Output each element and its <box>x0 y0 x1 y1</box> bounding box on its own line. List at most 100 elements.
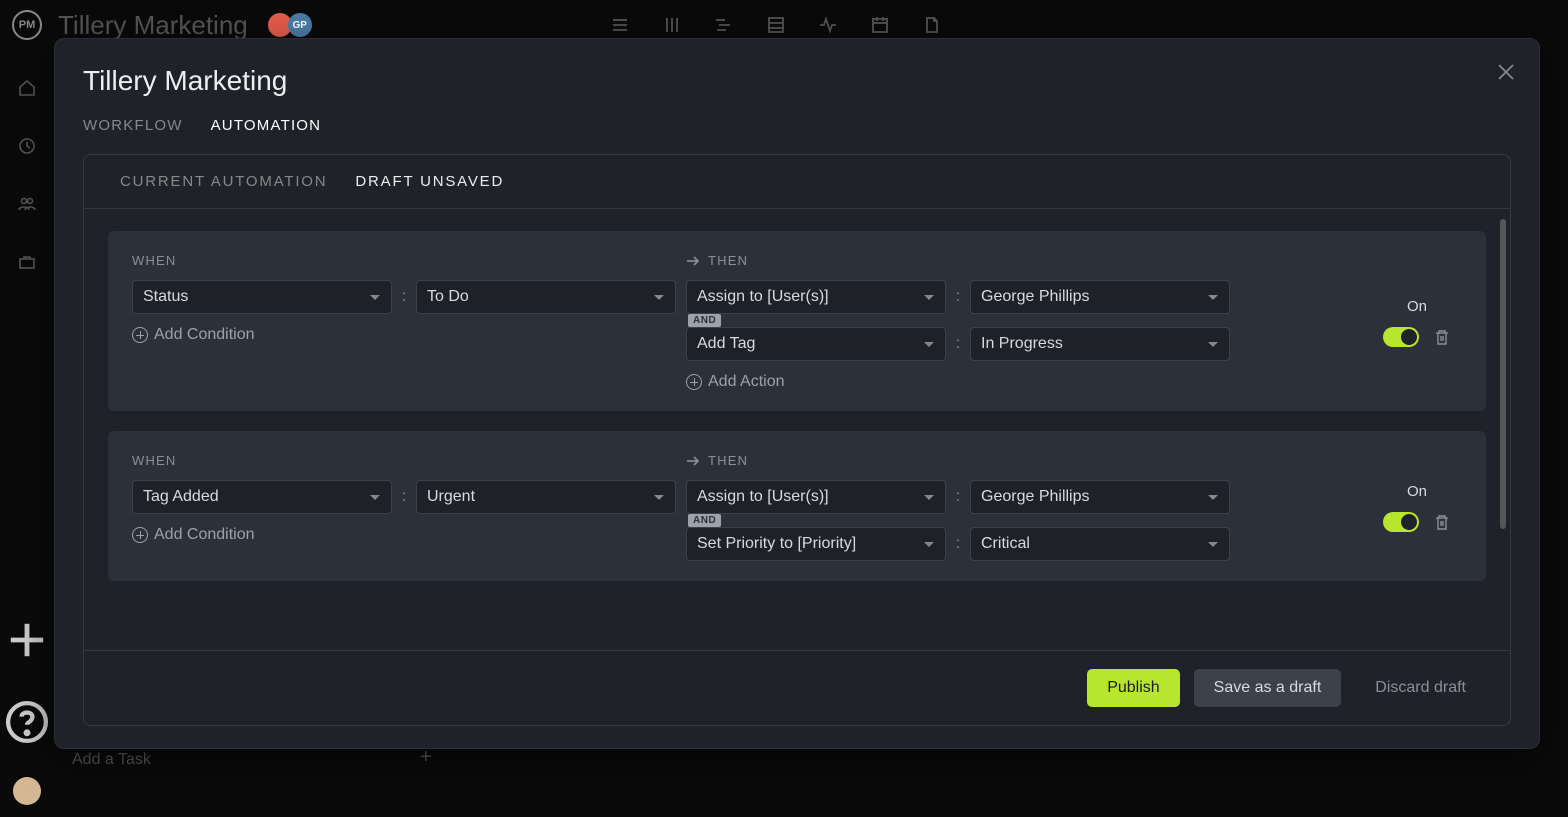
recent-icon[interactable] <box>17 136 37 156</box>
add-action-button[interactable]: Add Action <box>686 373 1372 391</box>
add-condition-button[interactable]: Add Condition <box>132 326 676 344</box>
left-nav-rail <box>0 50 54 272</box>
colon-separator: : <box>401 488 407 506</box>
chevron-down-icon <box>1207 491 1219 503</box>
toggle-label: On <box>1407 298 1427 315</box>
modal-header: Tillery Marketing <box>55 65 1539 97</box>
close-button[interactable] <box>1495 61 1517 83</box>
then-value-select[interactable]: In Progress <box>970 327 1230 361</box>
chevron-down-icon <box>923 291 935 303</box>
chevron-down-icon <box>1207 338 1219 350</box>
modal-title: Tillery Marketing <box>83 65 1511 97</box>
project-title-background: Tillery Marketing <box>58 10 248 41</box>
then-label: THEN <box>686 253 1372 268</box>
rule-controls: On <box>1372 253 1462 391</box>
select-value: Status <box>143 288 188 306</box>
and-badge: AND <box>688 514 721 527</box>
select-value: To Do <box>427 288 469 306</box>
then-action-select[interactable]: Set Priority to [Priority] <box>686 527 946 561</box>
save-draft-button[interactable]: Save as a draft <box>1194 669 1342 707</box>
add-action-label: Add Action <box>708 373 785 391</box>
when-field-select[interactable]: Tag Added <box>132 480 392 514</box>
colon-separator: : <box>955 488 961 506</box>
chevron-down-icon <box>923 491 935 503</box>
tab-workflow[interactable]: WORKFLOW <box>83 117 183 134</box>
board-view-icon[interactable] <box>662 15 682 35</box>
and-badge: AND <box>688 314 721 327</box>
rule-then-column: THEN Assign to [User(s)] : George Philli… <box>686 253 1372 391</box>
select-value: Tag Added <box>143 488 219 506</box>
chevron-down-icon <box>653 291 665 303</box>
rule-controls: On <box>1372 453 1462 561</box>
select-value: George Phillips <box>981 288 1090 306</box>
then-value-select[interactable]: Critical <box>970 527 1230 561</box>
colon-separator: : <box>955 335 961 353</box>
team-icon[interactable] <box>17 194 37 214</box>
select-value: Urgent <box>427 488 475 506</box>
plus-icon[interactable] <box>0 613 54 667</box>
chevron-down-icon <box>1207 538 1219 550</box>
tab-automation[interactable]: AUTOMATION <box>211 117 322 134</box>
avatar-group: GP <box>272 13 312 37</box>
select-value: Assign to [User(s)] <box>697 488 829 506</box>
colon-separator: : <box>955 288 961 306</box>
scrollbar[interactable] <box>1500 219 1506 529</box>
plus-circle-icon <box>132 527 148 543</box>
table-view-icon[interactable] <box>766 15 786 35</box>
rule-then-column: THEN Assign to [User(s)] : George Philli… <box>686 453 1372 561</box>
select-value: Critical <box>981 535 1030 553</box>
subtabs-bar: CURRENT AUTOMATION DRAFT UNSAVED <box>83 154 1511 209</box>
user-avatar[interactable] <box>13 777 41 805</box>
colon-separator: : <box>955 535 961 553</box>
arrow-right-icon <box>686 454 700 468</box>
add-condition-label: Add Condition <box>154 326 255 344</box>
gantt-view-icon[interactable] <box>714 15 734 35</box>
publish-button[interactable]: Publish <box>1087 669 1179 707</box>
trash-icon[interactable] <box>1433 513 1451 531</box>
automation-rule: WHEN Tag Added : Urgent Add Condition <box>108 431 1486 581</box>
rule-when-column: WHEN Status : To Do Add Condition <box>132 253 686 391</box>
rule-when-column: WHEN Tag Added : Urgent Add Condition <box>132 453 686 561</box>
automation-rule: WHEN Status : To Do Add Condition <box>108 231 1486 411</box>
then-action-select[interactable]: Assign to [User(s)] <box>686 280 946 314</box>
calendar-icon[interactable] <box>870 15 890 35</box>
chevron-down-icon <box>1207 291 1219 303</box>
rules-area: WHEN Status : To Do Add Condition <box>83 209 1511 650</box>
then-value-select[interactable]: George Phillips <box>970 480 1230 514</box>
subtab-draft-unsaved[interactable]: DRAFT UNSAVED <box>355 173 504 190</box>
left-rail-bottom <box>0 613 54 805</box>
help-icon[interactable] <box>0 695 54 749</box>
file-icon[interactable] <box>922 15 942 35</box>
when-value-select[interactable]: Urgent <box>416 480 676 514</box>
subtab-current-automation[interactable]: CURRENT AUTOMATION <box>120 173 327 190</box>
when-value-select[interactable]: To Do <box>416 280 676 314</box>
modal-tabs: WORKFLOW AUTOMATION <box>55 117 1539 134</box>
rule-enabled-toggle[interactable] <box>1383 512 1419 532</box>
when-field-select[interactable]: Status <box>132 280 392 314</box>
select-value: Set Priority to [Priority] <box>697 535 856 553</box>
add-task-plus-icon: + <box>420 746 432 769</box>
add-condition-button[interactable]: Add Condition <box>132 526 676 544</box>
select-value: In Progress <box>981 335 1063 353</box>
automation-modal: Tillery Marketing WORKFLOW AUTOMATION CU… <box>54 38 1540 749</box>
avatar[interactable]: GP <box>288 13 312 37</box>
chevron-down-icon <box>369 291 381 303</box>
when-label: WHEN <box>132 453 676 468</box>
chevron-down-icon <box>369 491 381 503</box>
chevron-down-icon <box>923 538 935 550</box>
app-logo[interactable]: PM <box>12 10 42 40</box>
rule-enabled-toggle[interactable] <box>1383 327 1419 347</box>
when-label: WHEN <box>132 253 676 268</box>
briefcase-icon[interactable] <box>17 252 37 272</box>
then-action-select[interactable]: Add Tag <box>686 327 946 361</box>
activity-icon[interactable] <box>818 15 838 35</box>
colon-separator: : <box>401 288 407 306</box>
toggle-label: On <box>1407 483 1427 500</box>
then-action-select[interactable]: Assign to [User(s)] <box>686 480 946 514</box>
trash-icon[interactable] <box>1433 328 1451 346</box>
list-view-icon[interactable] <box>610 15 630 35</box>
arrow-right-icon <box>686 254 700 268</box>
home-icon[interactable] <box>17 78 37 98</box>
discard-draft-button[interactable]: Discard draft <box>1355 669 1486 707</box>
then-value-select[interactable]: George Phillips <box>970 280 1230 314</box>
